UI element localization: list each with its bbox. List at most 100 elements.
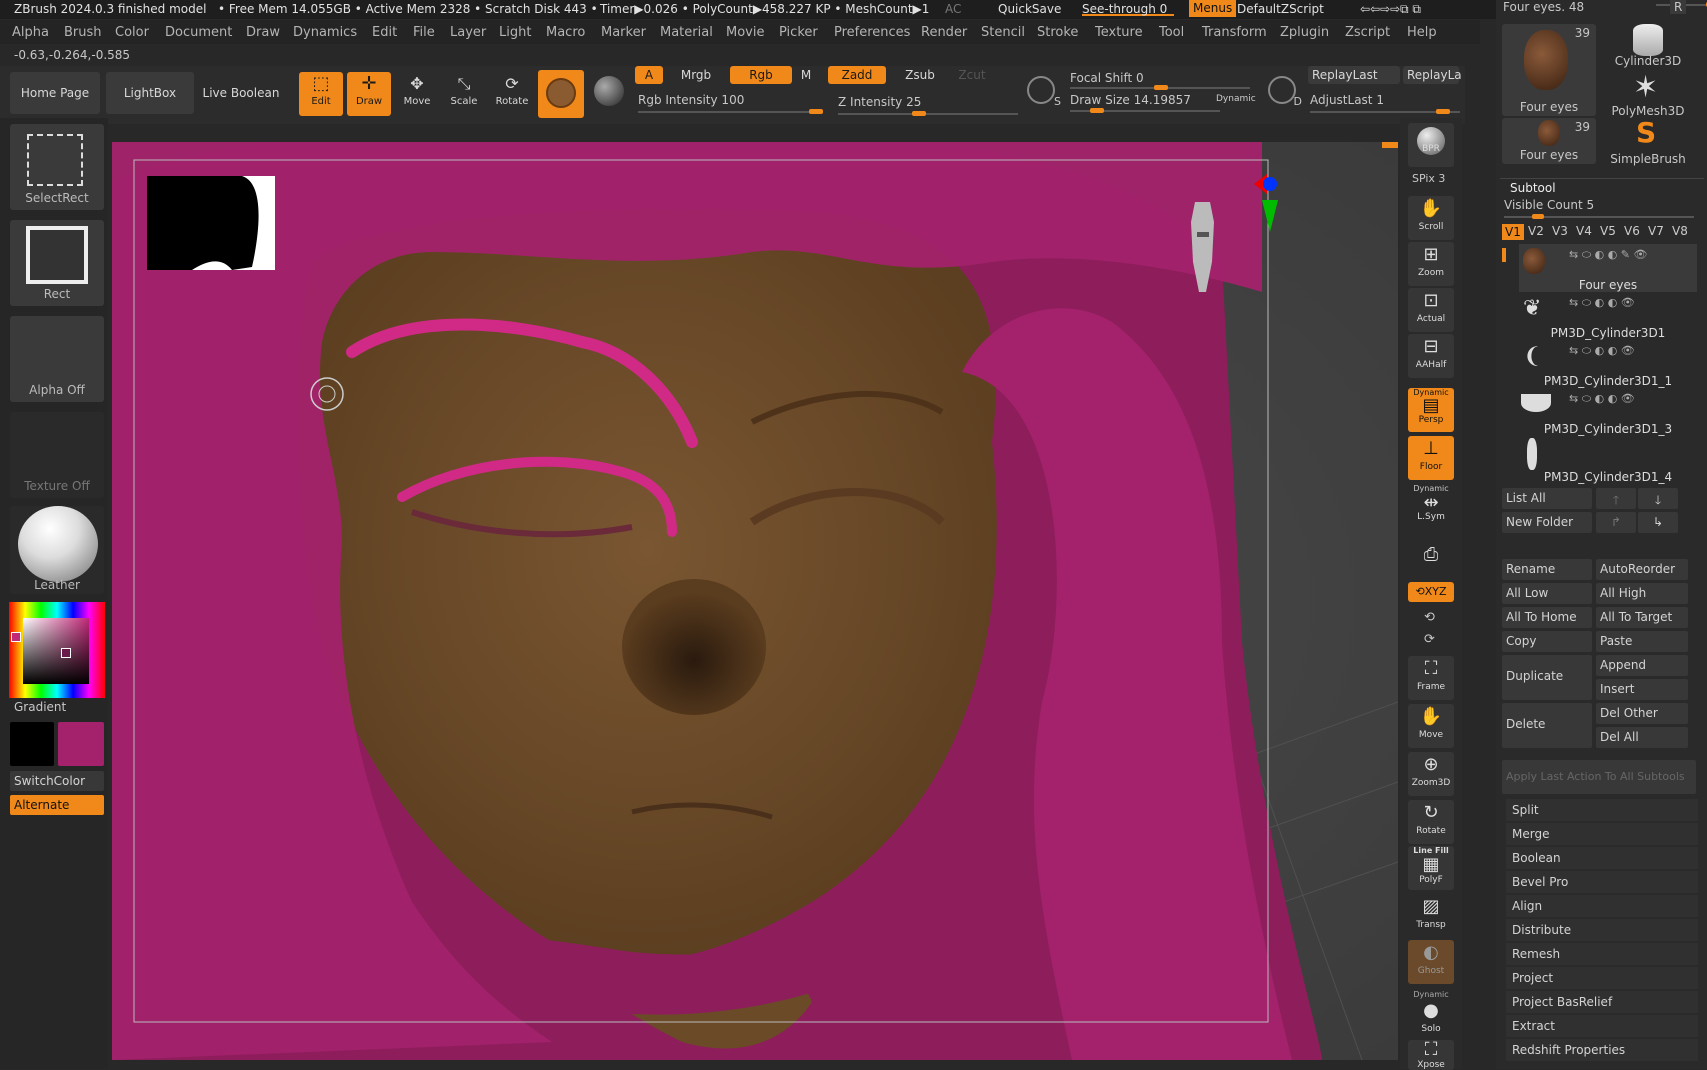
version-v4[interactable]: V4 bbox=[1576, 224, 1592, 238]
rotate-button[interactable]: ⟳ Rotate bbox=[490, 72, 534, 116]
distribute-menu[interactable]: Distribute bbox=[1506, 919, 1698, 941]
menu-file[interactable]: File bbox=[413, 25, 435, 40]
autoreorder-button[interactable]: AutoReorder bbox=[1596, 559, 1688, 580]
paste-button[interactable]: Paste bbox=[1596, 631, 1688, 652]
menu-edit[interactable]: Edit bbox=[372, 25, 397, 40]
subtool-toggles-icon[interactable]: ⇆ ⬭ ◐ ◐ 👁 bbox=[1569, 296, 1635, 310]
polyf-button[interactable]: Line Fill ▦ PolyF bbox=[1408, 846, 1454, 890]
zoom3d-button[interactable]: ⊕ Zoom3D bbox=[1408, 752, 1454, 796]
actual-button[interactable]: ⊡ Actual bbox=[1408, 288, 1454, 332]
aahalf-button[interactable]: ⊟ AAHalf bbox=[1408, 334, 1454, 378]
version-v1[interactable]: V1 bbox=[1502, 224, 1524, 240]
draw-size-slider[interactable] bbox=[1070, 108, 1220, 113]
z-intensity-slider[interactable] bbox=[838, 111, 1018, 116]
mrgb-toggle[interactable]: Mrgb bbox=[666, 66, 726, 84]
version-v5[interactable]: V5 bbox=[1600, 224, 1616, 238]
persp-button[interactable]: Dynamic ▤ Persp bbox=[1408, 388, 1454, 432]
menu-dynamics[interactable]: Dynamics bbox=[293, 25, 357, 40]
lsym-button[interactable]: ⇹ L.Sym bbox=[1408, 494, 1454, 526]
duplicate-button[interactable]: Duplicate bbox=[1502, 655, 1592, 700]
menu-draw[interactable]: Draw bbox=[246, 25, 280, 40]
zcut-toggle[interactable]: Zcut bbox=[952, 66, 992, 84]
rect-button[interactable]: Rect bbox=[10, 220, 104, 306]
split-menu[interactable]: Split bbox=[1506, 799, 1698, 821]
tool-thumb-four-eyes-2[interactable]: 39 Four eyes bbox=[1502, 118, 1596, 164]
arrows-icon[interactable]: ⇦⇦⇨⇨ bbox=[1360, 2, 1400, 16]
bevel-pro-menu[interactable]: Bevel Pro bbox=[1506, 871, 1698, 893]
see-through-slider[interactable]: See-through 0 bbox=[1082, 2, 1174, 16]
draw-button[interactable]: ✛ Draw bbox=[347, 72, 391, 116]
replay-last-relative-button[interactable]: ReplayLa bbox=[1403, 66, 1462, 84]
zsub-toggle[interactable]: Zsub bbox=[890, 66, 950, 84]
live-boolean-button[interactable]: Live Boolean bbox=[198, 72, 284, 114]
rotate-view-button[interactable]: ↻ Rotate bbox=[1408, 800, 1454, 844]
menu-zplugin[interactable]: Zplugin bbox=[1280, 25, 1329, 40]
s-brush-icon[interactable]: S bbox=[1027, 76, 1061, 108]
menu-help[interactable]: Help bbox=[1407, 25, 1437, 40]
zadd-toggle[interactable]: Zadd bbox=[828, 66, 886, 84]
menu-picker[interactable]: Picker bbox=[779, 25, 818, 40]
boolean-menu[interactable]: Boolean bbox=[1506, 847, 1698, 869]
alternate-button[interactable]: Alternate bbox=[10, 795, 104, 815]
all-high-button[interactable]: All High bbox=[1596, 583, 1688, 604]
tool-thumb-cylinder3d[interactable]: Cylinder3D bbox=[1598, 20, 1698, 68]
menu-stroke[interactable]: Stroke bbox=[1037, 25, 1078, 40]
project-menu[interactable]: Project bbox=[1506, 967, 1698, 989]
replay-last-button[interactable]: ReplayLast bbox=[1308, 66, 1400, 84]
zoom-button[interactable]: ⊞ Zoom bbox=[1408, 242, 1454, 286]
ghost-button[interactable]: ◐ Ghost bbox=[1408, 940, 1454, 984]
menu-color[interactable]: Color bbox=[115, 25, 149, 40]
frame-button[interactable]: ⛶ Frame bbox=[1408, 656, 1454, 700]
list-all-button[interactable]: List All bbox=[1502, 488, 1592, 509]
camera-button[interactable]: ⎙ bbox=[1408, 542, 1454, 572]
subtool-item-cylinder1-3[interactable]: ⇆ ⬭ ◐ ◐ 👁 PM3D_Cylinder3D1_3 bbox=[1519, 388, 1697, 436]
subtool-item-cylinder1-1[interactable]: ❨ ⇆ ⬭ ◐ ◐ 👁 PM3D_Cylinder3D1_1 bbox=[1519, 340, 1697, 388]
menu-layer[interactable]: Layer bbox=[450, 25, 486, 40]
color-saturation-square[interactable] bbox=[23, 618, 89, 684]
rgb-intensity-slider[interactable] bbox=[638, 109, 823, 114]
menu-render[interactable]: Render bbox=[921, 25, 967, 40]
layout-icon[interactable]: ⧉ ⧉ bbox=[1400, 2, 1421, 17]
subtool-item-four-eyes[interactable]: ⇆ ⬭ ◐ ◐ ✎ 👁 Four eyes bbox=[1519, 244, 1697, 292]
all-low-button[interactable]: All Low bbox=[1502, 583, 1592, 604]
home-page-button[interactable]: Home Page bbox=[10, 72, 100, 114]
xpose-button[interactable]: ⛶ Xpose bbox=[1408, 1040, 1454, 1070]
scroll-button[interactable]: ✋ Scroll bbox=[1408, 196, 1454, 240]
subtool-item-cylinder1[interactable]: ❦ ⇆ ⬭ ◐ ◐ 👁 PM3D_Cylinder3D1 bbox=[1519, 292, 1697, 340]
align-menu[interactable]: Align bbox=[1506, 895, 1698, 917]
menu-material[interactable]: Material bbox=[660, 25, 713, 40]
bpr-button[interactable]: BPR bbox=[1408, 123, 1454, 167]
move-button[interactable]: ✥ Move bbox=[395, 72, 439, 116]
subtool-header[interactable]: Subtool bbox=[1500, 178, 1704, 198]
visible-count-slider[interactable] bbox=[1504, 214, 1694, 219]
version-v2[interactable]: V2 bbox=[1528, 224, 1544, 238]
project-basrelief-menu[interactable]: Project BasRelief bbox=[1506, 991, 1698, 1013]
extract-menu[interactable]: Extract bbox=[1506, 1015, 1698, 1037]
tool-thumb-polymesh3d[interactable]: ✶ PolyMesh3D bbox=[1598, 70, 1698, 118]
secondary-color-swatch[interactable] bbox=[58, 722, 104, 766]
color-sphere-icon[interactable] bbox=[594, 76, 624, 106]
adjust-last-slider[interactable] bbox=[1310, 109, 1460, 114]
tool-thumb-simplebrush[interactable]: S SimpleBrush bbox=[1598, 116, 1698, 166]
subtool-toggles-icon[interactable]: ⇆ ⬭ ◐ ◐ 👁 bbox=[1569, 392, 1635, 406]
copy-button[interactable]: Copy bbox=[1502, 631, 1592, 652]
move-view-button[interactable]: ✋ Move bbox=[1408, 704, 1454, 748]
selectrect-button[interactable]: SelectRect bbox=[10, 124, 104, 210]
hue-marker[interactable] bbox=[11, 632, 21, 642]
material-swatch-button[interactable] bbox=[538, 70, 584, 118]
menu-document[interactable]: Document bbox=[165, 25, 232, 40]
apply-last-action-button[interactable]: Apply Last Action To All Subtools bbox=[1502, 760, 1696, 794]
primary-color-swatch[interactable] bbox=[10, 722, 54, 766]
m-toggle[interactable]: M bbox=[796, 66, 816, 84]
texture-button[interactable]: Texture Off bbox=[10, 412, 104, 498]
folder-arrow-icon[interactable]: ↱ bbox=[1596, 512, 1636, 533]
rotate-z-icon[interactable]: ⟳ bbox=[1424, 632, 1435, 647]
all-to-home-button[interactable]: All To Home bbox=[1502, 607, 1592, 628]
version-v7[interactable]: V7 bbox=[1648, 224, 1664, 238]
subtool-toggles-icon[interactable]: ⇆ ⬭ ◐ ◐ 👁 bbox=[1569, 344, 1635, 358]
insert-button[interactable]: Insert bbox=[1596, 679, 1688, 700]
redshift-properties-menu[interactable]: Redshift Properties bbox=[1506, 1039, 1698, 1061]
menu-brush[interactable]: Brush bbox=[64, 25, 102, 40]
switch-color-button[interactable]: SwitchColor bbox=[10, 771, 104, 791]
move-up-icon[interactable]: 🡑 bbox=[1596, 488, 1636, 509]
